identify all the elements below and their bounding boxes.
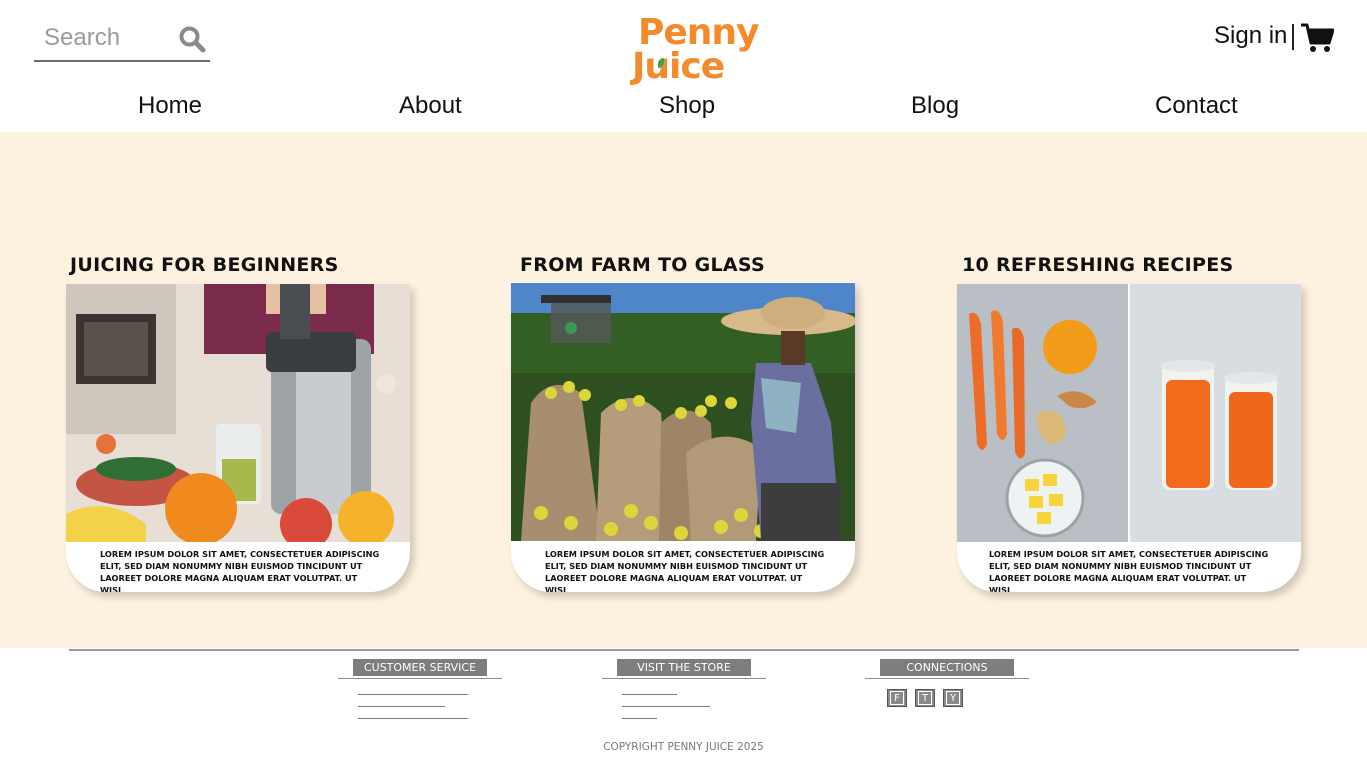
footer-divider [69,649,1299,651]
footer-link[interactable] [358,718,468,719]
header-divider [1292,24,1294,50]
search-icon[interactable] [178,25,206,53]
cart-icon[interactable] [1300,22,1334,54]
youtube-icon[interactable]: Y [943,689,963,707]
card-description: LOREM IPSUM DOLOR SIT AMET, CONSECTETUER… [545,549,825,592]
main-nav: Home About Shop Blog Contact [0,92,1367,124]
search-input[interactable] [42,20,174,56]
footer-heading-underline [602,678,766,679]
footer-heading: CONNECTIONS [880,659,1014,676]
card-title-juicing[interactable]: JUICING FOR BEGINNERS [70,254,339,276]
footer-heading-underline [865,678,1029,679]
card-description: LOREM IPSUM DOLOR SIT AMET, CONSECTETUER… [100,549,380,592]
facebook-icon[interactable]: F [887,689,907,707]
footer-link[interactable] [622,706,710,707]
card-title-farm[interactable]: FROM FARM TO GLASS [520,254,765,276]
copyright: COPYRIGHT PENNY JUICE 2025 [603,741,764,753]
logo-line-2: Juice [632,46,725,87]
logo[interactable]: Penny Juice [632,14,760,87]
blog-card-farm[interactable]: LOREM IPSUM DOLOR SIT AMET, CONSECTETUER… [511,282,855,592]
card-title-recipes[interactable]: 10 REFRESHING RECIPES [962,254,1234,276]
blog-section: JUICING FOR BEGINNERS LOREM IPSUM DOLOR … [0,132,1367,648]
facebook-letter: F [890,691,904,705]
footer-heading: VISIT THE STORE [617,659,751,676]
footer-link[interactable] [358,694,468,695]
footer-heading: CUSTOMER SERVICE [353,659,487,676]
recipes-photo [957,284,1301,542]
farm-photo [511,283,855,541]
nav-shop[interactable]: Shop [659,92,715,120]
logo-line-1: Penny [638,12,760,53]
youtube-letter: Y [946,691,960,705]
blog-card-juicing[interactable]: LOREM IPSUM DOLOR SIT AMET, CONSECTETUER… [66,284,410,592]
nav-home[interactable]: Home [138,92,202,120]
footer-link[interactable] [622,694,677,695]
footer-heading-underline [338,678,502,679]
nav-contact[interactable]: Contact [1155,92,1238,120]
sign-in-link[interactable]: Sign in [1214,22,1287,50]
blog-card-recipes[interactable]: LOREM IPSUM DOLOR SIT AMET, CONSECTETUER… [957,284,1301,592]
footer-link[interactable] [358,706,445,707]
search-box[interactable] [34,18,210,62]
nav-blog[interactable]: Blog [911,92,959,120]
twitter-icon[interactable]: T [915,689,935,707]
twitter-letter: T [918,691,932,705]
footer-link[interactable] [622,718,657,719]
juicer-photo [66,284,410,542]
card-description: LOREM IPSUM DOLOR SIT AMET, CONSECTETUER… [989,549,1269,592]
nav-about[interactable]: About [399,92,462,120]
